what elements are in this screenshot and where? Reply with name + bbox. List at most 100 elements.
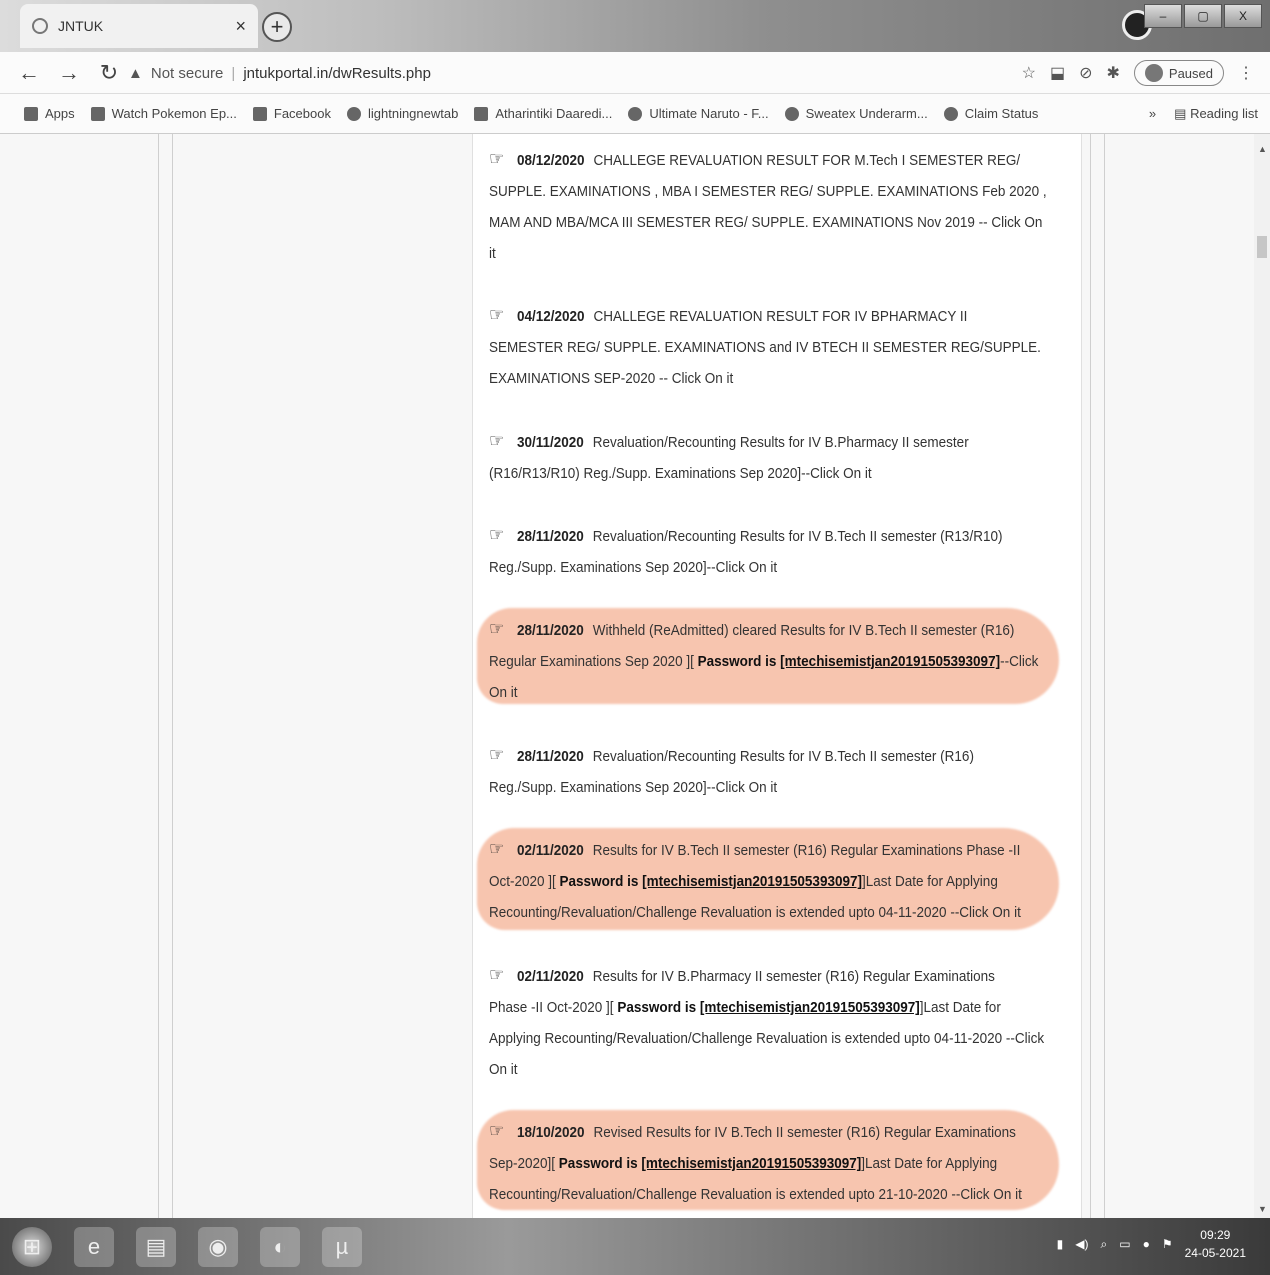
bookmark-sweatex[interactable]: Sweatex Underarm... bbox=[784, 106, 928, 121]
pointing-hand-icon: ☞ bbox=[489, 839, 505, 860]
bookmark-lightningnewtab[interactable]: lightningnewtab bbox=[346, 106, 458, 121]
password-value[interactable]: [mtechisemistjan20191505393097] bbox=[780, 653, 1000, 670]
result-text[interactable]: it bbox=[489, 238, 1063, 269]
url-text[interactable]: jntukportal.in/dwResults.php bbox=[243, 65, 431, 82]
result-text[interactable]: Oct-2020 ][ bbox=[489, 873, 560, 890]
media-player-icon[interactable]: ◐ bbox=[260, 1226, 300, 1267]
not-secure-label[interactable]: Not secure bbox=[151, 65, 224, 82]
result-item[interactable]: ☞ 04/12/2020 CHALLEGE REVALUATION RESULT F… bbox=[489, 300, 1063, 394]
scrollbar-thumb[interactable] bbox=[1257, 236, 1267, 258]
result-text[interactable]: ]Last Date for Applying bbox=[862, 873, 998, 890]
result-text[interactable]: Revaluation/Recounting Results for IV B.… bbox=[593, 528, 1003, 545]
search-icon[interactable]: ⌕ bbox=[1101, 1237, 1108, 1252]
result-text[interactable]: Phase -II Oct-2020 ][ bbox=[489, 999, 617, 1016]
result-text[interactable]: CHALLEGE REVALUATION RESULT FOR M.Tech I… bbox=[594, 152, 1021, 169]
bookmark-pokemon[interactable]: Watch Pokemon Ep... bbox=[90, 106, 237, 121]
reload-icon[interactable]: ↻ bbox=[98, 60, 120, 86]
result-text[interactable]: --Click bbox=[1000, 653, 1038, 670]
bookmark-facebook[interactable]: Facebook bbox=[252, 106, 331, 121]
result-text[interactable]: Revaluation/Recounting Results for IV B.… bbox=[593, 434, 969, 451]
result-text[interactable]: Reg./Supp. Examinations Sep 2020]--Click… bbox=[489, 772, 1063, 803]
scroll-up-icon[interactable]: ▲ bbox=[1258, 144, 1267, 154]
result-text[interactable]: Results for IV B.Tech II semester (R16) … bbox=[593, 842, 1021, 859]
result-text[interactable]: Reg./Supp. Examinations Sep 2020]--Click… bbox=[489, 552, 1063, 583]
bookmark-claim-status[interactable]: Claim Status bbox=[943, 106, 1038, 121]
tab-close-icon[interactable]: × bbox=[235, 16, 246, 37]
minimize-button[interactable]: – bbox=[1144, 4, 1182, 28]
result-item[interactable]: ☞ 02/11/2020 Results for IV B.Pharmacy II … bbox=[489, 960, 1063, 1085]
file-explorer-icon[interactable]: ▤ bbox=[136, 1226, 176, 1267]
result-text[interactable]: Revised Results for IV B.Tech II semeste… bbox=[594, 1124, 1016, 1141]
back-arrow-icon[interactable]: ← bbox=[18, 60, 40, 86]
reading-list-button[interactable]: ▤ Reading list bbox=[1174, 106, 1258, 122]
result-text[interactable]: CHALLEGE REVALUATION RESULT FOR IV BPHAR… bbox=[594, 308, 968, 325]
result-text[interactable]: SUPPLE. EXAMINATIONS , MBA I SEMESTER RE… bbox=[489, 176, 1063, 207]
apps-grid-icon bbox=[24, 106, 38, 121]
profile-paused-button[interactable]: Paused bbox=[1133, 60, 1224, 86]
result-item-highlighted[interactable]: ☞ 18/10/2020 Revised Results for IV B.Tech… bbox=[489, 1116, 1063, 1210]
result-text[interactable]: Sep-2020][ bbox=[489, 1155, 559, 1172]
maximize-button[interactable]: ▢ bbox=[1184, 4, 1222, 28]
result-text[interactable]: On it bbox=[489, 1054, 1063, 1085]
forward-arrow-icon[interactable]: → bbox=[58, 60, 80, 86]
bookmarks-overflow-icon[interactable]: » bbox=[1149, 106, 1156, 121]
result-text[interactable]: SEMESTER REG/ SUPPLE. EXAMINATIONS and I… bbox=[489, 332, 1063, 363]
result-item-highlighted[interactable]: ☞ 02/11/2020 Results for IV B.Tech II seme… bbox=[489, 834, 1063, 928]
result-text[interactable]: Revaluation/Recounting Results for IV B.… bbox=[593, 748, 974, 765]
utorrent-icon[interactable]: µ bbox=[322, 1226, 362, 1267]
password-value[interactable]: [mtechisemistjan20191505393097] bbox=[642, 873, 862, 890]
bookmark-atharintiki[interactable]: Atharintiki Daaredi... bbox=[474, 106, 612, 121]
bookmark-apps[interactable]: Apps bbox=[24, 106, 75, 121]
password-value[interactable]: [mtechisemistjan20191505393097] bbox=[641, 1155, 861, 1172]
flag-icon[interactable]: ⚑ bbox=[1162, 1237, 1173, 1251]
bookmark-label: Watch Pokemon Ep... bbox=[111, 106, 237, 121]
volume-icon[interactable]: ◀) bbox=[1075, 1237, 1088, 1251]
result-item[interactable]: ☞ 08/12/2020 CHALLEGE REVALUATION RESULT F… bbox=[489, 144, 1063, 269]
result-item[interactable]: ☞ 30/11/2020 Revaluation/Recounting Result… bbox=[489, 426, 1063, 489]
tab-title: JNTUK bbox=[58, 18, 104, 34]
display-icon[interactable]: ▭ bbox=[1119, 1237, 1130, 1251]
paused-label: Paused bbox=[1168, 65, 1213, 81]
result-text[interactable]: (R16/R13/R10) Reg./Supp. Examinations Se… bbox=[489, 458, 1063, 489]
network-icon[interactable]: ▮ bbox=[1057, 1237, 1064, 1251]
new-tab-button[interactable]: + bbox=[262, 12, 292, 42]
chrome-tray-icon[interactable]: ● bbox=[1143, 1237, 1150, 1251]
result-item-highlighted[interactable]: ☞ 28/11/2020 Withheld (ReAdmitted) cleared… bbox=[489, 614, 1063, 708]
result-text[interactable]: ]Last Date for bbox=[920, 999, 1001, 1016]
result-text[interactable]: MAM AND MBA/MCA III SEMESTER REG/ SUPPLE… bbox=[489, 207, 1063, 238]
chrome-icon[interactable]: ◉ bbox=[198, 1226, 238, 1267]
vertical-scrollbar[interactable]: ▲ ▼ bbox=[1254, 134, 1270, 1218]
page-border-right-outer bbox=[1104, 134, 1105, 1218]
site-icon bbox=[474, 106, 489, 121]
result-text[interactable]: Withheld (ReAdmitted) cleared Results fo… bbox=[593, 622, 1015, 639]
result-item[interactable]: ☞ 28/11/2020 Revaluation/Recounting Result… bbox=[489, 520, 1063, 583]
result-text[interactable]: Recounting/Revaluation/Challenge Revalua… bbox=[489, 897, 1063, 928]
result-text[interactable]: Regular Examinations Sep 2020 ][ bbox=[489, 653, 698, 670]
pointing-hand-icon: ☞ bbox=[489, 619, 505, 640]
password-value[interactable]: [mtechisemistjan20191505393097] bbox=[700, 999, 920, 1016]
puzzle-icon[interactable]: ✱ bbox=[1107, 63, 1120, 83]
bookmark-star-icon[interactable]: ☆ bbox=[1022, 63, 1036, 83]
start-button[interactable]: ⊞ bbox=[12, 1226, 52, 1267]
address-bar[interactable]: ▲ Not secure | jntukportal.in/dwResults.… bbox=[128, 58, 1008, 88]
browser-tab[interactable]: JNTUK × bbox=[20, 4, 258, 48]
result-text[interactable]: Results for IV B.Pharmacy II semester (R… bbox=[593, 968, 995, 985]
taskbar-clock[interactable]: 09:29 24-05-2021 bbox=[1185, 1226, 1246, 1262]
close-window-button[interactable]: X bbox=[1224, 4, 1262, 28]
extension-icon[interactable]: ⬓ bbox=[1050, 63, 1065, 83]
result-text[interactable]: Recounting/Revaluation/Challenge Revalua… bbox=[489, 1179, 1063, 1210]
block-icon[interactable]: ⊘ bbox=[1079, 63, 1092, 83]
internet-explorer-icon[interactable]: e bbox=[74, 1226, 114, 1267]
bookmark-label: Sweatex Underarm... bbox=[805, 106, 928, 121]
result-text[interactable]: On it bbox=[489, 677, 1063, 708]
menu-kebab-icon[interactable]: ⋮ bbox=[1238, 63, 1254, 83]
result-item[interactable]: ☞ 28/11/2020 Revaluation/Recounting Result… bbox=[489, 740, 1063, 803]
result-date: 28/11/2020 bbox=[516, 528, 584, 545]
scroll-down-icon[interactable]: ▼ bbox=[1258, 1204, 1267, 1214]
result-text[interactable]: Applying Recounting/Revaluation/Challeng… bbox=[489, 1023, 1063, 1054]
warning-icon[interactable]: ▲ bbox=[128, 65, 143, 82]
page-border-left bbox=[158, 134, 159, 1218]
result-text[interactable]: EXAMINATIONS SEP-2020 -- Click On it bbox=[489, 363, 1063, 394]
bookmark-naruto[interactable]: Ultimate Naruto - F... bbox=[628, 106, 769, 121]
result-text[interactable]: ]Last Date for Applying bbox=[861, 1155, 997, 1172]
